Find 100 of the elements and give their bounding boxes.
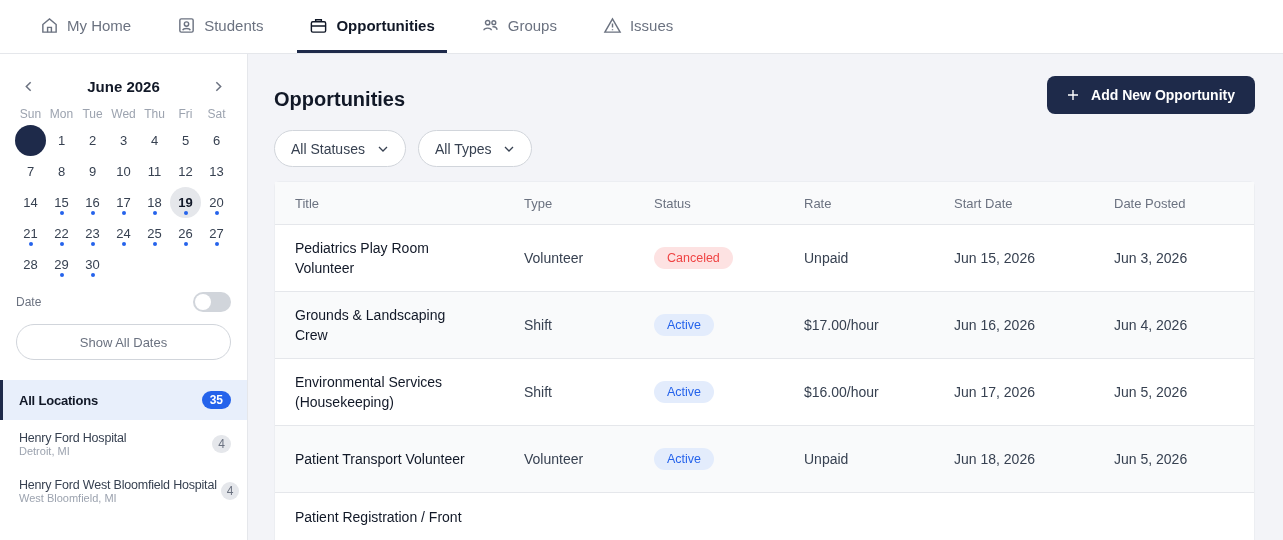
- calendar-day[interactable]: 18: [139, 187, 170, 218]
- table-cell-text: Jun 3, 2026: [1114, 250, 1189, 266]
- event-dot: [60, 273, 64, 277]
- status-badge: Active: [654, 314, 715, 336]
- warning-icon: [602, 15, 622, 35]
- calendar-day[interactable]: 8: [46, 156, 77, 187]
- weekday-label: Fri: [177, 106, 194, 123]
- status-badge: Active: [654, 448, 715, 470]
- location-item[interactable]: Henry Ford Hospital Detroit, MI 4: [0, 420, 247, 467]
- add-opportunity-button[interactable]: Add New Opportunity: [1047, 76, 1255, 114]
- calendar-day[interactable]: 9: [77, 156, 108, 187]
- calendar-day[interactable]: 3: [108, 125, 139, 156]
- table-cell-text: Unpaid: [804, 250, 850, 266]
- count-badge: 4: [212, 434, 231, 453]
- table-cell-text: Jun 17, 2026: [954, 384, 1036, 400]
- event-dot: [122, 242, 126, 246]
- nav-tab[interactable]: Issues: [590, 0, 686, 53]
- event-dot: [29, 242, 33, 246]
- calendar-day[interactable]: 6: [201, 125, 232, 156]
- page-title: Opportunities: [274, 87, 406, 111]
- location-name: All Locations: [19, 392, 99, 408]
- opportunity-title[interactable]: Patient Transport Volunteer: [295, 449, 524, 469]
- table-cell-text: Jun 5, 2026: [1114, 384, 1189, 400]
- location-item[interactable]: Henry Ford West Bloomfield Hospital West Bloomfield, MI 4: [0, 467, 247, 514]
- calendar-day[interactable]: 14: [15, 187, 46, 218]
- table-cell-text: Volunteer: [524, 451, 585, 467]
- calendar-day[interactable]: 28: [15, 249, 46, 280]
- filter-dropdown[interactable]: All Statuses: [274, 130, 406, 167]
- column-header: Rate: [804, 195, 833, 211]
- id-card-icon: [177, 15, 197, 35]
- table-cell-text: Volunteer: [524, 250, 585, 266]
- column-header: Title: [295, 195, 321, 211]
- location-name: Henry Ford West Bloomfield Hospital: [19, 477, 217, 492]
- calendar-day[interactable]: 29: [46, 249, 77, 280]
- show-all-dates-button[interactable]: Show All Dates: [16, 324, 231, 360]
- month-title: June 2026: [87, 78, 160, 95]
- event-dot: [215, 242, 219, 246]
- status-badge: Canceled: [654, 247, 733, 269]
- event-dot: [60, 211, 64, 215]
- calendar-day[interactable]: 13: [201, 156, 232, 187]
- event-dot: [184, 211, 188, 215]
- weekday-label: Thu: [143, 106, 166, 123]
- date-toggle[interactable]: [193, 292, 231, 312]
- column-header: Date Posted: [1114, 195, 1187, 211]
- event-dot: [91, 273, 95, 277]
- opportunity-title[interactable]: Environmental Services (Housekeeping): [295, 372, 524, 412]
- calendar-day[interactable]: 26: [170, 218, 201, 249]
- calendar-day[interactable]: [15, 125, 46, 156]
- calendar-day[interactable]: 19: [170, 187, 201, 218]
- calendar-day[interactable]: 10: [108, 156, 139, 187]
- event-dot: [60, 242, 64, 246]
- table-cell-text: Shift: [524, 384, 553, 400]
- date-label: Date: [16, 295, 42, 309]
- opportunity-title[interactable]: Grounds & Landscaping Crew: [295, 305, 524, 345]
- calendar-day[interactable]: 27: [201, 218, 232, 249]
- opportunity-title[interactable]: Patient Registration / Front: [295, 507, 524, 527]
- calendar-day[interactable]: 1: [46, 125, 77, 156]
- table-cell-text: Jun 5, 2026: [1114, 451, 1189, 467]
- weekday-label: Tue: [81, 106, 104, 123]
- calendar-day[interactable]: 30: [77, 249, 108, 280]
- calendar-day[interactable]: 7: [15, 156, 46, 187]
- table-cell-text: $17.00/hour: [804, 317, 880, 333]
- plus-icon: [1067, 89, 1080, 101]
- calendar-day[interactable]: 11: [139, 156, 170, 187]
- calendar-day[interactable]: 17: [108, 187, 139, 218]
- nav-tab[interactable]: My Home: [28, 0, 144, 53]
- weekday-label: Wed: [110, 106, 137, 123]
- filter-dropdown[interactable]: All Types: [417, 130, 533, 167]
- table-cell-text: Shift: [524, 317, 553, 333]
- event-dot: [184, 242, 188, 246]
- table-cell-text: Jun 18, 2026: [954, 451, 1036, 467]
- location-name: Henry Ford Hospital: [19, 430, 127, 445]
- calendar-day[interactable]: 4: [139, 125, 170, 156]
- table-cell-text: Jun 16, 2026: [954, 317, 1036, 333]
- calendar-day[interactable]: 25: [139, 218, 170, 249]
- table-cell-text: Unpaid: [804, 451, 850, 467]
- calendar-day[interactable]: 20: [201, 187, 232, 218]
- event-dot: [122, 211, 126, 215]
- location-item[interactable]: All Locations 35: [0, 380, 247, 420]
- calendar-day[interactable]: 22: [46, 218, 77, 249]
- column-header: Type: [524, 195, 554, 211]
- table-cell-text: Jun 15, 2026: [954, 250, 1036, 266]
- calendar-day[interactable]: 16: [77, 187, 108, 218]
- opportunity-title[interactable]: Pediatrics Play Room Volunteer: [295, 238, 524, 278]
- location-city: West Bloomfield, MI: [19, 491, 118, 504]
- calendar-day[interactable]: 21: [15, 218, 46, 249]
- event-dot: [153, 242, 157, 246]
- calendar-day[interactable]: 12: [170, 156, 201, 187]
- table-cell-text: $16.00/hour: [804, 384, 880, 400]
- nav-tab[interactable]: Students: [165, 0, 276, 53]
- weekday-label: Sat: [206, 106, 227, 123]
- calendar-day[interactable]: 24: [108, 218, 139, 249]
- column-header: Status: [654, 195, 692, 211]
- event-dot: [91, 242, 95, 246]
- column-header: Start Date: [954, 195, 1014, 211]
- calendar-day[interactable]: 2: [77, 125, 108, 156]
- calendar-day[interactable]: 23: [77, 218, 108, 249]
- calendar-day[interactable]: 5: [170, 125, 201, 156]
- nav-tab[interactable]: Groups: [468, 0, 569, 53]
- calendar-day[interactable]: 15: [46, 187, 77, 218]
